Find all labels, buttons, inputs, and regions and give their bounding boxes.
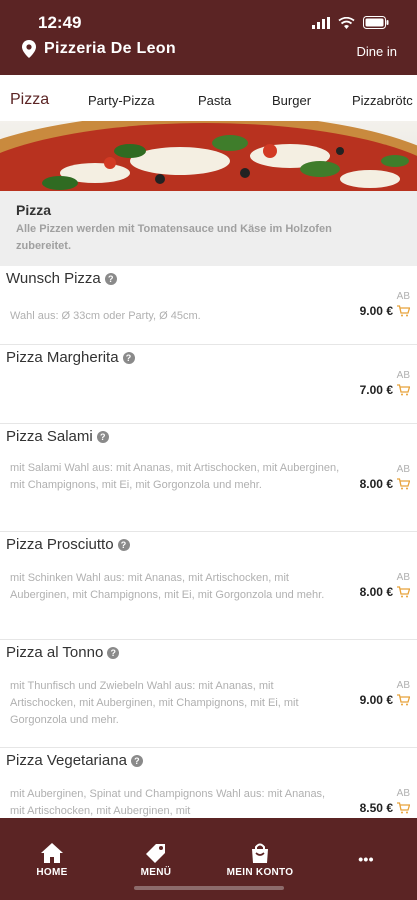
- item-name: Pizza Prosciutto: [6, 536, 114, 553]
- item-name: Pizza al Tonno: [6, 644, 104, 661]
- menu-item-list: Wunsch Pizza? Wahl aus: Ø 33cm oder Part…: [0, 266, 417, 855]
- item-price: 7.00 €: [359, 383, 393, 397]
- menu-item[interactable]: Pizza al Tonno? mit Thunfisch und Zwiebe…: [0, 640, 417, 748]
- item-price: 8.00 €: [359, 477, 393, 491]
- restaurant-name: Pizzeria De Leon: [44, 40, 176, 57]
- wifi-icon: [338, 16, 355, 29]
- price-from-label: AB: [396, 572, 410, 583]
- more-icon: •••: [358, 851, 374, 867]
- info-icon[interactable]: ?: [107, 646, 120, 659]
- category-description: Alle Pizzen werden mit Tomatensauce und …: [16, 223, 332, 252]
- price-from-label: AB: [396, 370, 410, 381]
- price-from-label: AB: [396, 680, 410, 691]
- tab-pizzabroetchen[interactable]: Pizzabrötc: [352, 93, 413, 108]
- menu-item[interactable]: Pizza Margherita? AB 7.00 €: [0, 345, 417, 424]
- cart-icon[interactable]: [397, 384, 410, 396]
- item-description: Wahl aus: Ø 33cm oder Party, Ø 45cm.: [10, 310, 201, 322]
- signal-icon: [312, 16, 330, 29]
- nav-home[interactable]: HOME: [12, 842, 92, 878]
- item-name: Pizza Vegetariana: [6, 752, 127, 769]
- nav-home-label: HOME: [36, 867, 68, 878]
- tag-icon: [146, 844, 165, 863]
- tab-burger[interactable]: Burger: [272, 93, 311, 108]
- cart-icon[interactable]: [397, 694, 410, 706]
- info-icon[interactable]: ?: [104, 272, 117, 285]
- cart-icon[interactable]: [397, 305, 410, 317]
- location-selector[interactable]: Pizzeria De Leon: [22, 40, 176, 58]
- bag-icon: [252, 843, 268, 863]
- pizza-hero-image: [0, 121, 417, 191]
- nav-more[interactable]: •••: [326, 848, 406, 867]
- menu-item[interactable]: Wunsch Pizza? Wahl aus: Ø 33cm oder Part…: [0, 266, 417, 345]
- dine-in-toggle[interactable]: Dine in: [357, 44, 397, 59]
- menu-item[interactable]: Pizza Salami? mit Salami Wahl aus: mit A…: [0, 424, 417, 532]
- price-from-label: AB: [396, 788, 410, 799]
- category-tabs: Pizza Party-Pizza Pasta Burger Pizzabröt…: [0, 75, 417, 122]
- cart-icon[interactable]: [397, 586, 410, 598]
- nav-menu[interactable]: MENÜ: [116, 842, 196, 878]
- battery-icon: [363, 16, 389, 29]
- info-icon[interactable]: ?: [96, 430, 109, 443]
- nav-menu-label: MENÜ: [140, 867, 172, 878]
- item-name: Wunsch Pizza: [6, 270, 101, 287]
- info-icon[interactable]: ?: [130, 754, 143, 767]
- category-info: Pizza Alle Pizzen werden mit Tomatensauc…: [0, 191, 417, 266]
- item-price: 9.00 €: [359, 693, 393, 707]
- nav-account-label: MEIN KONTO: [226, 867, 294, 878]
- category-title: Pizza: [16, 202, 52, 218]
- item-price: 8.00 €: [359, 585, 393, 599]
- info-icon[interactable]: ?: [122, 351, 135, 364]
- item-description: mit Thunfisch und Zwiebeln Wahl aus: mit…: [10, 680, 299, 726]
- item-description: mit Auberginen, Spinat und Champignons W…: [10, 788, 326, 817]
- menu-item[interactable]: Pizza Prosciutto? mit Schinken Wahl aus:…: [0, 532, 417, 640]
- item-description: mit Schinken Wahl aus: mit Ananas, mit A…: [10, 572, 325, 601]
- item-price: 9.00 €: [359, 304, 393, 318]
- item-name: Pizza Margherita: [6, 349, 119, 366]
- home-icon: [41, 843, 63, 863]
- status-icons: [312, 16, 389, 29]
- info-icon[interactable]: ?: [117, 538, 130, 551]
- status-time: 12:49: [38, 13, 82, 32]
- nav-account[interactable]: MEIN KONTO: [220, 842, 300, 878]
- item-description: mit Salami Wahl aus: mit Ananas, mit Art…: [10, 462, 340, 491]
- item-name: Pizza Salami: [6, 428, 93, 445]
- app-header: 12:49 Pizzeria De Leon Dine in: [0, 0, 417, 75]
- item-price: 8.50 €: [359, 801, 393, 815]
- cart-icon[interactable]: [397, 802, 410, 814]
- cart-icon[interactable]: [397, 478, 410, 490]
- home-indicator: [134, 886, 284, 890]
- tab-pizza[interactable]: Pizza: [10, 91, 49, 109]
- tab-pasta[interactable]: Pasta: [198, 93, 231, 108]
- tab-party-pizza[interactable]: Party-Pizza: [88, 93, 154, 108]
- price-from-label: AB: [396, 291, 410, 302]
- location-pin-icon: [22, 40, 36, 58]
- price-from-label: AB: [396, 464, 410, 475]
